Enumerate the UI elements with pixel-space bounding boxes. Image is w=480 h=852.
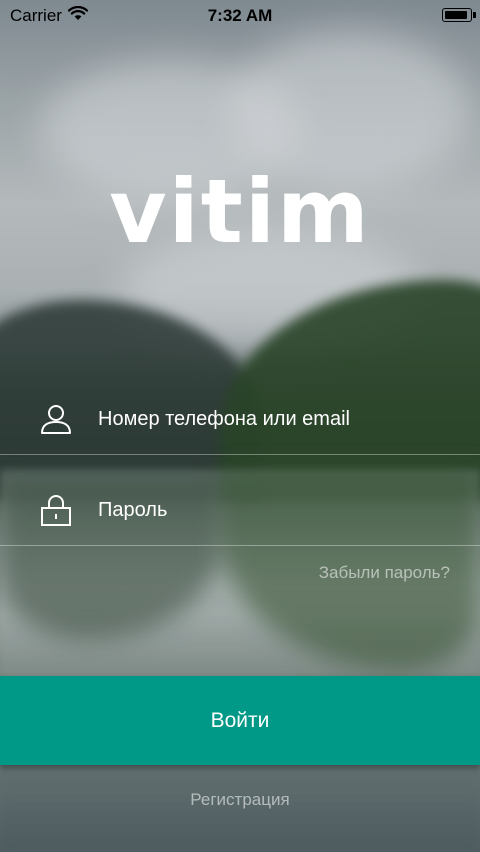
register-link[interactable]: Регистрация [0, 790, 480, 810]
status-bar: Carrier 7:32 AM [0, 0, 480, 32]
user-icon [40, 403, 72, 435]
login-button[interactable]: Войти [0, 676, 480, 765]
app-logo: vitim [109, 160, 371, 263]
battery-icon [442, 8, 476, 22]
login-field-divider [0, 454, 480, 455]
login-screen: Carrier 7:32 AM vitim Номер телефона или… [0, 0, 480, 852]
login-input[interactable] [98, 407, 458, 431]
forgot-password-link[interactable]: Забыли пароль? [319, 563, 450, 583]
lock-icon [40, 494, 72, 526]
password-field-row[interactable] [0, 465, 480, 555]
status-time: 7:32 AM [207, 6, 273, 25]
password-input[interactable] [98, 498, 458, 522]
password-field-divider [0, 545, 480, 546]
battery-level [445, 11, 467, 19]
login-field-row[interactable] [0, 374, 480, 464]
